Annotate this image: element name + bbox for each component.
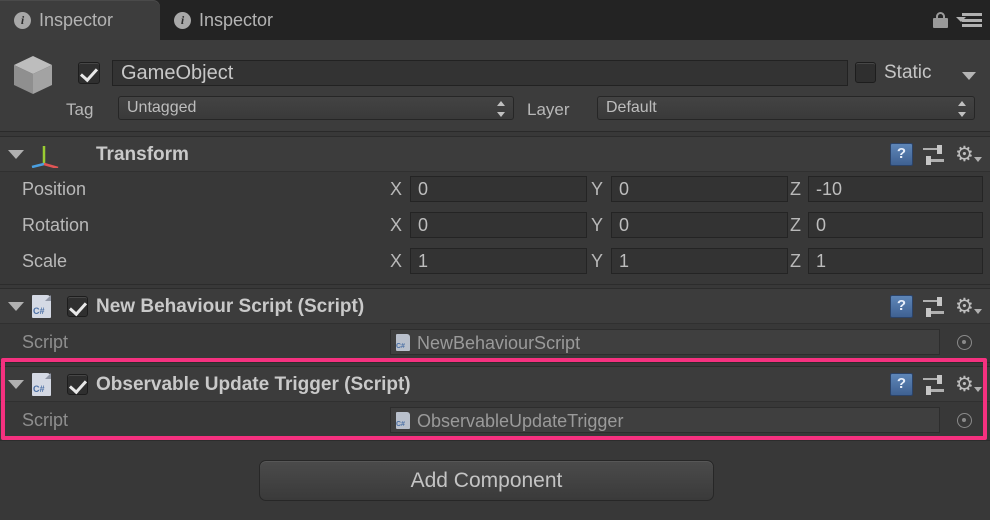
- help-book-icon[interactable]: [890, 295, 913, 318]
- axis-label-y: Y: [591, 215, 604, 235]
- component-header-icons: ⚙: [890, 143, 982, 166]
- axis-label-x: X: [390, 251, 403, 271]
- axis-label-x: X: [390, 179, 403, 199]
- csharp-script-icon: [396, 412, 410, 429]
- preset-sliders-icon[interactable]: [923, 374, 945, 395]
- help-book-icon[interactable]: [890, 373, 913, 396]
- info-icon: i: [174, 11, 191, 29]
- help-book-icon[interactable]: [890, 143, 913, 166]
- component-header-icons: ⚙: [890, 295, 982, 318]
- rotation-x-input[interactable]: 0: [410, 212, 587, 238]
- scale-y-input[interactable]: 1: [611, 248, 788, 274]
- script-label: Script: [22, 410, 69, 430]
- gameobject-name-input[interactable]: GameObject: [112, 60, 848, 86]
- row-label: Rotation: [22, 215, 90, 235]
- scale-x-input[interactable]: 1: [410, 248, 587, 274]
- rotation-y-input[interactable]: 0: [611, 212, 788, 238]
- tab-inspector-2[interactable]: i Inspector: [160, 0, 340, 40]
- csharp-script-icon: [396, 334, 410, 351]
- axis-label-z: Z: [790, 215, 801, 235]
- object-picker-icon[interactable]: [957, 335, 972, 350]
- inspector-window: i Inspector i Inspector GameObject Stati…: [0, 0, 990, 520]
- csharp-script-icon: [32, 373, 51, 396]
- script-label: Script: [22, 332, 69, 352]
- component-enabled-checkbox[interactable]: [67, 296, 88, 317]
- preset-sliders-icon[interactable]: [923, 296, 945, 317]
- tag-value: Untagged: [127, 99, 197, 116]
- axis-label-y: Y: [591, 179, 604, 199]
- axis-label-z: Z: [790, 179, 801, 199]
- settings-gear-button[interactable]: ⚙: [955, 144, 982, 166]
- cube-icon: [14, 56, 52, 94]
- transform-row-rotation: Rotation X 0 Y 0 Z 0: [0, 208, 990, 244]
- script-row-observable-update-trigger: Script ObservableUpdateTrigger: [0, 402, 990, 438]
- transform-row-scale: Scale X 1 Y 1 Z 1: [0, 244, 990, 280]
- component-header-icons: ⚙: [890, 373, 982, 396]
- tab-label: Inspector: [39, 9, 114, 30]
- script-value: ObservableUpdateTrigger: [417, 411, 624, 431]
- component-title: Observable Update Trigger (Script): [96, 374, 411, 395]
- script-object-field[interactable]: NewBehaviourScript: [390, 329, 940, 355]
- axis-label-y: Y: [591, 251, 604, 271]
- preset-sliders-icon[interactable]: [923, 144, 945, 165]
- layer-value: Default: [606, 99, 657, 116]
- component-title: Transform: [96, 144, 189, 165]
- gameobject-header: GameObject Static Tag Untagged Layer Def…: [0, 40, 990, 132]
- gear-icon[interactable]: ⚙: [955, 374, 977, 396]
- static-dropdown-caret-icon[interactable]: [962, 72, 976, 80]
- transform-row-position: Position X 0 Y 0 Z -10: [0, 172, 990, 208]
- position-x-input[interactable]: 0: [410, 176, 587, 202]
- row-label: Scale: [22, 251, 68, 271]
- layer-dropdown[interactable]: Default: [597, 96, 975, 120]
- position-z-input[interactable]: -10: [808, 176, 983, 202]
- tab-inspector-1[interactable]: i Inspector: [0, 0, 160, 40]
- settings-gear-button[interactable]: ⚙: [955, 296, 982, 318]
- static-label: Static: [884, 62, 932, 83]
- script-object-field[interactable]: ObservableUpdateTrigger: [390, 407, 940, 433]
- position-y-input[interactable]: 0: [611, 176, 788, 202]
- scale-z-input[interactable]: 1: [808, 248, 983, 274]
- transform-axis-icon: [31, 146, 59, 168]
- chevron-updown-icon: [958, 101, 967, 117]
- foldout-arrow-icon[interactable]: [8, 150, 24, 159]
- tab-bar: i Inspector i Inspector: [0, 0, 990, 40]
- rotation-z-input[interactable]: 0: [808, 212, 983, 238]
- axis-label-x: X: [390, 215, 403, 235]
- script-row-new-behaviour: Script NewBehaviourScript: [0, 324, 990, 360]
- component-enabled-checkbox[interactable]: [67, 374, 88, 395]
- tag-label: Tag: [66, 100, 94, 119]
- script-value: NewBehaviourScript: [417, 333, 581, 353]
- component-header-observable-update-trigger[interactable]: Observable Update Trigger (Script) ⚙: [0, 366, 990, 402]
- foldout-arrow-icon[interactable]: [8, 380, 24, 389]
- info-icon: i: [14, 11, 31, 29]
- tag-dropdown[interactable]: Untagged: [118, 96, 514, 120]
- component-title: New Behaviour Script (Script): [96, 296, 365, 317]
- layer-label: Layer: [527, 100, 570, 119]
- csharp-script-icon: [32, 295, 51, 318]
- gear-icon[interactable]: ⚙: [955, 144, 977, 166]
- gameobject-enabled-checkbox[interactable]: [78, 62, 100, 84]
- hamburger-menu-icon[interactable]: [956, 13, 982, 27]
- component-header-transform[interactable]: Transform ⚙: [0, 136, 990, 172]
- tab-label: Inspector: [199, 9, 274, 30]
- object-picker-icon[interactable]: [957, 413, 972, 428]
- lock-icon[interactable]: [933, 12, 948, 28]
- chevron-updown-icon: [497, 101, 506, 117]
- gear-icon[interactable]: ⚙: [955, 296, 977, 318]
- component-header-new-behaviour-script[interactable]: New Behaviour Script (Script) ⚙: [0, 288, 990, 324]
- settings-gear-button[interactable]: ⚙: [955, 374, 982, 396]
- add-component-button[interactable]: Add Component: [259, 460, 714, 501]
- foldout-arrow-icon[interactable]: [8, 302, 24, 311]
- static-checkbox[interactable]: [855, 62, 876, 83]
- axis-label-z: Z: [790, 251, 801, 271]
- row-label: Position: [22, 179, 87, 199]
